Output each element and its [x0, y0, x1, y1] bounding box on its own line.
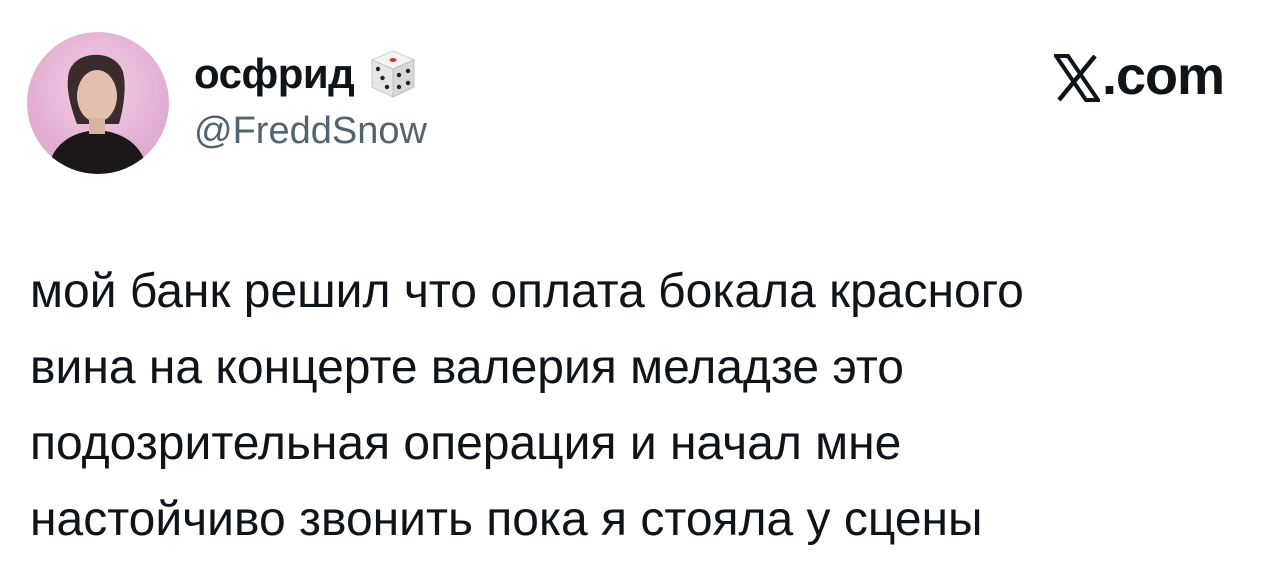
author-name-row: осфрид: [194, 48, 420, 100]
tweet-line: мой банк решил что оплата бокала красног…: [30, 265, 1024, 318]
author-display-name[interactable]: осфрид: [194, 50, 355, 98]
tweet-line: настойчиво звонить пока я стояла у сцены: [30, 493, 983, 546]
dice-icon: [366, 47, 420, 101]
brand-logo: .com: [1053, 45, 1225, 107]
tweet-line: подозрительная операция и начал мне: [30, 417, 902, 470]
author-handle[interactable]: @FreddSnow: [194, 110, 427, 153]
tweet-text: мой банк решил что оплата бокала красног…: [30, 254, 1260, 558]
x-logo-icon: [1053, 54, 1100, 102]
tweet-line: вина на концерте валерия меладзе это: [30, 341, 904, 394]
brand-domain: .com: [1101, 46, 1225, 106]
profile-photo: [27, 32, 169, 174]
avatar[interactable]: [27, 32, 169, 174]
